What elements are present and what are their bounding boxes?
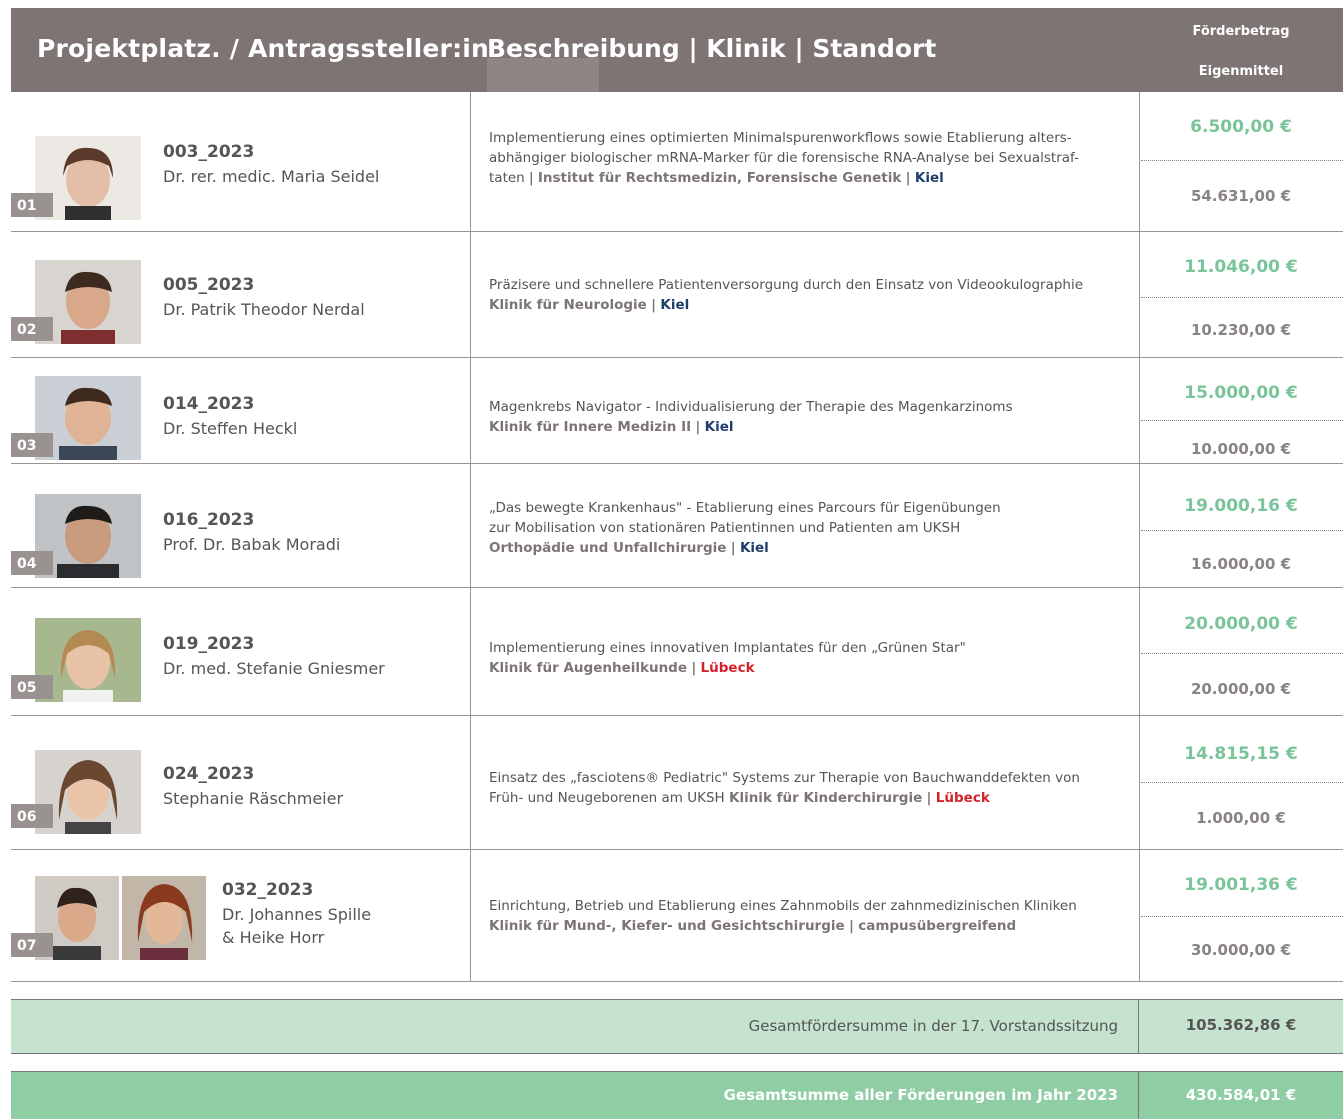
funding-amount: 11.046,00 € [1184,257,1298,277]
own-funds-amount: 10.230,00 € [1190,321,1292,339]
amount-divider [1141,653,1343,654]
project-rank-badge: 03 [11,433,53,457]
table-row: 07 032_2023 Dr. Johannes Spille & Heike … [11,850,1343,982]
applicant-name: Dr. Johannes Spille [222,905,372,924]
project-description: „Das bewegte Krankenhaus" - Etablierung … [489,500,1001,556]
project-id: 032_2023 [222,880,314,900]
funding-amount: 20.000,00 € [1184,614,1298,634]
table-header: Projektplatz. / Antragssteller:in Beschr… [11,8,1343,92]
own-funds-amount: 30.000,00 € [1190,941,1292,959]
applicant-name: Dr. Patrik Theodor Nerdal [163,300,365,319]
header-col-applicant: Projektplatz. / Antragssteller:in [37,34,490,63]
project-description: Implementierung eines optimierten Minima… [489,130,1079,186]
project-id: 019_2023 [163,634,255,654]
own-funds-amount: 16.000,00 € [1190,555,1292,573]
amount-divider [1141,160,1343,161]
amount-divider [1141,530,1343,531]
funding-amount: 14.815,15 € [1184,744,1298,764]
table-row: 02 005_2023 Dr. Patrik Theodor Nerdal Pr… [11,232,1343,358]
project-rank-badge: 05 [11,675,53,699]
own-funds-amount: 10.000,00 € [1190,440,1292,458]
funding-amount: 6.500,00 € [1190,117,1292,137]
project-id: 003_2023 [163,142,255,162]
amount-divider [1141,297,1343,298]
divider [11,999,1343,1000]
project-description: Einsatz des „fasciotens® Pediatric" Syst… [489,770,1080,806]
amount-divider [1141,916,1343,917]
project-id: 016_2023 [163,510,255,530]
table-row: 03 014_2023 Dr. Steffen Heckl Magenkrebs… [11,358,1343,464]
header-col-funding: Förderbetrag [1192,24,1290,39]
year-total-label: Gesamtsumme aller Förderungen im Jahr 20… [723,1086,1118,1104]
project-rank-badge: 01 [11,193,53,217]
header-col-description: Beschreibung | Klinik | Standort [487,34,937,63]
table-row: 06 024_2023 Stephanie Räschmeier Einsatz… [11,716,1343,850]
year-total-bar: Gesamtsumme aller Förderungen im Jahr 20… [11,1071,1343,1119]
table-row: 05 019_2023 Dr. med. Stefanie Gniesmer I… [11,588,1343,716]
project-rank-badge: 07 [11,933,53,957]
session-total-bar: Gesamtfördersumme in der 17. Vorstandssi… [11,999,1343,1054]
funding-amount: 19.001,36 € [1184,875,1298,895]
divider [11,1053,1343,1054]
project-rank-badge: 04 [11,551,53,575]
project-rank-badge: 02 [11,317,53,341]
own-funds-amount: 1.000,00 € [1196,809,1286,827]
applicant-photo-2 [122,876,206,960]
applicant-name: Prof. Dr. Babak Moradi [163,535,341,554]
session-total-label: Gesamtfördersumme in der 17. Vorstandssi… [748,1017,1118,1035]
header-accent [487,58,599,92]
project-id: 014_2023 [163,394,255,414]
year-total-value: 430.584,01 € [1185,1086,1297,1104]
applicant-name-2: & Heike Horr [222,928,325,947]
project-id: 024_2023 [163,764,255,784]
applicant-name: Dr. rer. medic. Maria Seidel [163,167,380,186]
header-col-own-funds: Eigenmittel [1198,64,1284,79]
own-funds-amount: 20.000,00 € [1190,680,1292,698]
applicant-name: Dr. Steffen Heckl [163,419,298,438]
session-total-value: 105.362,86 € [1185,1016,1297,1034]
project-description: Implementierung eines innovativen Implan… [489,640,966,676]
project-rank-badge: 06 [11,804,53,828]
table-row: 04 016_2023 Prof. Dr. Babak Moradi „Das … [11,464,1343,588]
table-row: 01 003_2023 Dr. rer. medic. Maria Seidel… [11,92,1343,232]
project-description: Präzisere und schnellere Patientenversor… [489,277,1084,313]
project-id: 005_2023 [163,275,255,295]
funding-amount: 15.000,00 € [1184,383,1298,403]
amount-divider [1141,782,1343,783]
funding-amount: 19.000,16 € [1184,496,1298,516]
divider [11,1071,1343,1072]
row-divider [11,981,1343,982]
amount-divider [1141,420,1343,421]
applicant-name: Dr. med. Stefanie Gniesmer [163,659,385,678]
applicant-name: Stephanie Räschmeier [163,789,344,808]
project-description: Magenkrebs Navigator - Individualisierun… [489,399,1013,435]
own-funds-amount: 54.631,00 € [1190,187,1292,205]
project-description: Einrichtung, Betrieb und Etablierung ein… [489,898,1077,934]
